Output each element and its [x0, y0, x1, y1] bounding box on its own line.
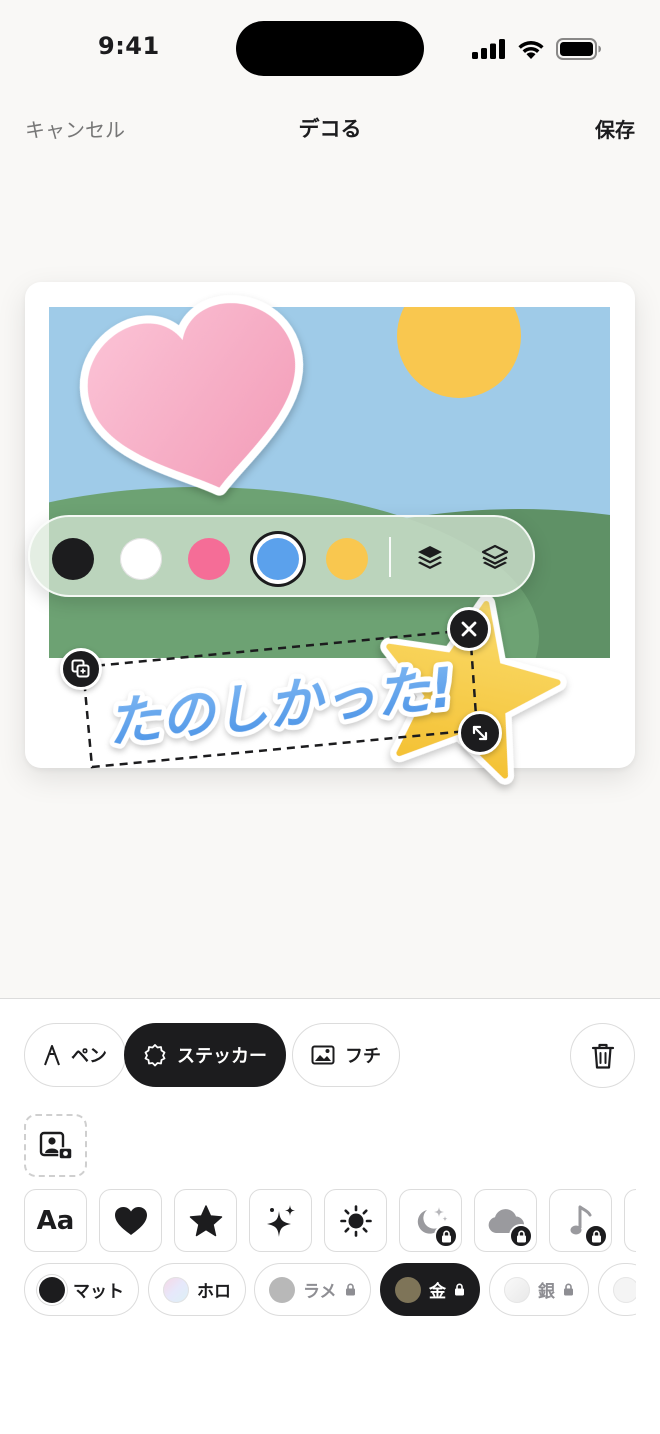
- color-toolbar: [28, 515, 535, 597]
- cellular-signal-icon: [472, 39, 505, 59]
- tool-panel: ペン ステッカー フチ Aa マット ホロ ラメ 金 銀: [0, 998, 660, 1434]
- delete-button[interactable]: [570, 1023, 635, 1088]
- save-button[interactable]: 保存: [595, 114, 635, 143]
- status-bar: 9:41: [0, 0, 660, 96]
- status-icons: [472, 38, 602, 60]
- finish-matte[interactable]: マット: [24, 1263, 139, 1316]
- lock-icon: [564, 1283, 573, 1296]
- lock-icon: [345, 1283, 355, 1296]
- swatch-blue[interactable]: [257, 538, 299, 580]
- battery-icon: [556, 38, 601, 60]
- tab-sticker-label: ステッカー: [177, 1046, 267, 1067]
- lock-icon: [509, 1224, 533, 1248]
- tab-frame[interactable]: フチ: [292, 1023, 400, 1087]
- sticker-category-row: Aa: [24, 1189, 636, 1253]
- toolbar-divider: [389, 537, 391, 577]
- text-icon: Aa: [36, 1205, 75, 1236]
- photo-canvas[interactable]: [49, 307, 610, 658]
- photo-scene: [49, 307, 610, 658]
- category-cloud[interactable]: [474, 1189, 537, 1252]
- navigation-bar: キャンセル デコる 保存: [0, 108, 660, 148]
- finish-swatch: [504, 1276, 530, 1303]
- upload-photo-button[interactable]: [24, 1114, 87, 1177]
- sparkle-icon: [266, 1204, 295, 1237]
- heart-icon: [114, 1206, 147, 1235]
- dynamic-island: [236, 21, 424, 76]
- category-sun[interactable]: [324, 1189, 387, 1252]
- swatch-pink[interactable]: [188, 538, 230, 580]
- tab-pen-label: ペン: [71, 1046, 107, 1067]
- bring-forward-icon[interactable]: [412, 539, 448, 575]
- finish-glitter[interactable]: ラメ: [254, 1263, 371, 1316]
- photo-upload-icon: [39, 1131, 73, 1160]
- resize-icon[interactable]: [458, 711, 502, 755]
- finish-label: マット: [73, 1282, 124, 1302]
- lock-icon: [434, 1224, 458, 1248]
- finish-more[interactable]: [598, 1263, 636, 1316]
- finish-holo[interactable]: ホロ: [148, 1263, 246, 1316]
- finish-swatch: [395, 1276, 421, 1303]
- finish-swatch: [269, 1276, 295, 1303]
- tab-frame-label: フチ: [345, 1046, 381, 1067]
- category-sparkle[interactable]: [249, 1189, 312, 1252]
- finish-label: ホロ: [197, 1282, 231, 1302]
- duplicate-icon[interactable]: [60, 648, 102, 690]
- wifi-icon: [518, 41, 544, 59]
- close-icon[interactable]: [447, 607, 491, 651]
- category-text[interactable]: Aa: [24, 1189, 87, 1252]
- sun-icon: [339, 1204, 372, 1237]
- lock-icon: [584, 1224, 608, 1248]
- category-moon[interactable]: [399, 1189, 462, 1252]
- category-more[interactable]: [624, 1189, 636, 1252]
- category-star[interactable]: [174, 1189, 237, 1252]
- finish-label: ラメ: [303, 1282, 337, 1302]
- swatch-yellow[interactable]: [326, 538, 368, 580]
- finish-label: 金: [429, 1282, 446, 1302]
- finish-silver[interactable]: 銀: [489, 1263, 589, 1316]
- swatch-black[interactable]: [52, 538, 94, 580]
- status-time: 9:41: [98, 32, 160, 60]
- sticker-icon: [144, 1044, 166, 1067]
- trash-icon: [591, 1043, 614, 1069]
- tab-pen[interactable]: ペン: [24, 1023, 126, 1087]
- tab-sticker[interactable]: ステッカー: [124, 1023, 286, 1087]
- finish-swatch: [39, 1276, 65, 1303]
- finish-row: マット ホロ ラメ 金 銀: [24, 1263, 636, 1319]
- swatch-white[interactable]: [120, 538, 162, 580]
- page-title: デコる: [298, 117, 362, 141]
- finish-gold[interactable]: 金: [380, 1263, 480, 1316]
- finish-label: 銀: [538, 1282, 555, 1302]
- category-heart[interactable]: [99, 1189, 162, 1252]
- finish-swatch: [613, 1276, 636, 1303]
- finish-swatch: [163, 1276, 189, 1303]
- star-icon: [189, 1204, 222, 1236]
- send-backward-icon[interactable]: [477, 539, 513, 575]
- lock-icon: [455, 1283, 464, 1296]
- frame-icon: [311, 1045, 335, 1065]
- category-music[interactable]: [549, 1189, 612, 1252]
- pen-icon: [44, 1045, 60, 1066]
